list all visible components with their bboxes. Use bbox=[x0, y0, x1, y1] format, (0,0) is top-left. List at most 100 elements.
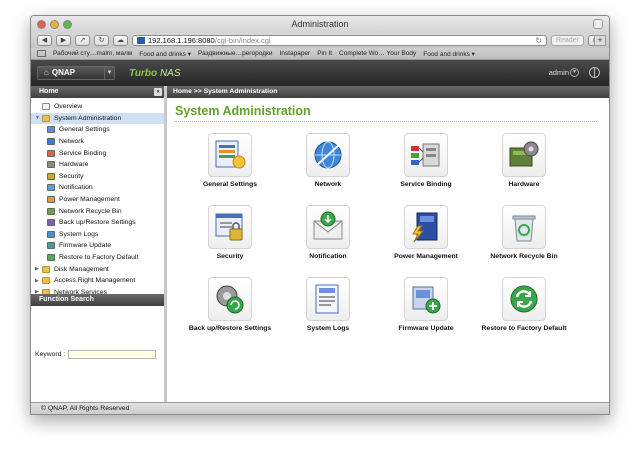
bookmark-item[interactable]: Pin It bbox=[317, 50, 332, 57]
refresh-icon[interactable]: ↻ bbox=[535, 36, 542, 45]
firmware-update-icon[interactable] bbox=[404, 277, 448, 321]
bookmark-item[interactable]: Food and drinks ▾ bbox=[139, 50, 191, 58]
document-icon bbox=[42, 103, 50, 111]
sidebar-item-notification[interactable]: Notification bbox=[31, 182, 164, 194]
tile-label[interactable]: Notification bbox=[309, 253, 346, 260]
forward-button[interactable]: ▶ bbox=[56, 35, 71, 46]
tile-label[interactable]: Back up/Restore Settings bbox=[189, 325, 271, 332]
tile-network-recycle-bin[interactable]: Network Recycle Bin bbox=[475, 205, 573, 277]
minimize-window-button[interactable] bbox=[50, 20, 59, 29]
tile-power-management[interactable]: Power Management bbox=[377, 205, 475, 277]
collapse-sidebar-icon[interactable]: « bbox=[154, 88, 162, 96]
share-button[interactable]: ↗ bbox=[75, 35, 90, 46]
service-binding-icon[interactable] bbox=[404, 133, 448, 177]
recycle-bin-icon[interactable] bbox=[502, 205, 546, 249]
sidebar-item-security[interactable]: Security bbox=[31, 171, 164, 183]
backup-restore-icon[interactable] bbox=[208, 277, 252, 321]
sidebar-item-back-up-restore-settings[interactable]: Back up/Restore Settings bbox=[31, 217, 164, 229]
sidebar-item-access-right-management[interactable]: ▶ Access Right Management bbox=[31, 275, 164, 287]
power-management-icon bbox=[47, 196, 55, 204]
tile-general-settings[interactable]: General Settings bbox=[181, 133, 279, 205]
bookmark-item[interactable]: Раздвижные…регородки bbox=[198, 50, 273, 57]
sidebar-item-service-binding[interactable]: Service Binding bbox=[31, 147, 164, 159]
bookmark-item[interactable]: Рабочий сту…malm, малм bbox=[53, 50, 132, 57]
power-management-icon[interactable] bbox=[404, 205, 448, 249]
network-icon[interactable] bbox=[306, 133, 350, 177]
hardware-icon[interactable] bbox=[502, 133, 546, 177]
general-settings-icon[interactable] bbox=[208, 133, 252, 177]
tile-security[interactable]: Security bbox=[181, 205, 279, 277]
sidebar-item-power-management[interactable]: Power Management bbox=[31, 194, 164, 206]
tile-hardware[interactable]: Hardware bbox=[475, 133, 573, 205]
folder-icon bbox=[42, 277, 50, 285]
sidebar: Home « Overview ▼ System Administration Gen… bbox=[31, 86, 167, 402]
security-icon[interactable] bbox=[208, 205, 252, 249]
keyword-input[interactable] bbox=[68, 349, 157, 359]
toolbar-toggle-button[interactable] bbox=[593, 19, 603, 29]
tile-label[interactable]: General Settings bbox=[203, 181, 257, 188]
bookmark-item[interactable]: Instapaper bbox=[280, 50, 311, 57]
function-search: Keyword : bbox=[31, 306, 164, 402]
tile-service-binding[interactable]: Service Binding bbox=[377, 133, 475, 205]
notification-icon[interactable] bbox=[306, 205, 350, 249]
collapsed-arrow-icon[interactable]: ▶ bbox=[35, 266, 41, 272]
tile-firmware-update[interactable]: Firmware Update bbox=[377, 277, 475, 349]
collapsed-arrow-icon[interactable]: ▶ bbox=[35, 278, 41, 284]
tile-label[interactable]: Service Binding bbox=[400, 181, 451, 188]
sidebar-item-hardware[interactable]: Hardware bbox=[31, 159, 164, 171]
back-button[interactable]: ◀ bbox=[37, 35, 52, 46]
reload-button[interactable]: ↻ bbox=[94, 35, 109, 46]
user-menu-icon[interactable]: ▼ bbox=[570, 68, 579, 77]
tile-label[interactable]: Security bbox=[217, 253, 244, 260]
sidebar-item-label: Restore to Factory Default bbox=[59, 254, 139, 262]
expanded-arrow-icon[interactable]: ▼ bbox=[35, 115, 41, 121]
reader-button[interactable]: Reader bbox=[551, 35, 584, 46]
home-icon: ⌂ bbox=[44, 68, 49, 77]
tile-label[interactable]: Network bbox=[315, 181, 342, 188]
tile-label[interactable]: System Logs bbox=[307, 325, 349, 332]
language-globe-icon[interactable] bbox=[589, 67, 600, 78]
qnap-header: ⌂ QNAP ▼ Turbo NAS admin ▼ bbox=[31, 60, 609, 86]
sidebar-item-system-logs[interactable]: System Logs bbox=[31, 229, 164, 241]
sidebar-item-restore-to-factory-default[interactable]: Restore to Factory Default bbox=[31, 252, 164, 264]
browser-toolbar: ◀ ▶ ↗ ↻ ☁ 192.168.1.196:8080 /cgi-bin/in… bbox=[31, 33, 609, 48]
close-window-button[interactable] bbox=[37, 20, 46, 29]
bookmark-item[interactable]: Food and drinks ▾ bbox=[423, 50, 475, 58]
tile-label[interactable]: Restore to Factory Default bbox=[482, 325, 567, 332]
bookmarks-icon[interactable] bbox=[37, 50, 46, 57]
tile-back-up-restore-settings[interactable]: Back up/Restore Settings bbox=[181, 277, 279, 349]
tile-label[interactable]: Power Management bbox=[394, 253, 458, 260]
tile-label[interactable]: Hardware bbox=[509, 181, 540, 188]
tile-label[interactable]: Firmware Update bbox=[398, 325, 453, 332]
sidebar-item-network[interactable]: Network bbox=[31, 136, 164, 148]
network-recycle-bin-icon bbox=[47, 207, 55, 215]
sidebar-item-system-administration[interactable]: ▼ System Administration bbox=[31, 112, 164, 125]
sidebar-item-firmware-update[interactable]: Firmware Update bbox=[31, 240, 164, 252]
favicon-icon bbox=[137, 37, 145, 44]
tile-restore-to-factory-default[interactable]: Restore to Factory Default bbox=[475, 277, 573, 349]
tile-system-logs[interactable]: System Logs bbox=[279, 277, 377, 349]
zoom-window-button[interactable] bbox=[63, 20, 72, 29]
window-title: Administration bbox=[291, 19, 349, 29]
bookmark-item[interactable]: Complete Wo… Your Body bbox=[339, 50, 416, 57]
main-content: System Administration General Settings Ne… bbox=[167, 98, 609, 402]
new-tab-button[interactable]: + bbox=[594, 35, 606, 46]
sidebar-item-network-services[interactable]: ▶ Network Services bbox=[31, 287, 164, 294]
system-logs-icon[interactable] bbox=[306, 277, 350, 321]
address-bar[interactable]: 192.168.1.196:8080 /cgi-bin/index.cgi ↻ bbox=[132, 35, 548, 46]
sidebar-header: Home « bbox=[31, 86, 164, 98]
sidebar-item-network-recycle-bin[interactable]: Network Recycle Bin bbox=[31, 205, 164, 217]
factory-default-icon[interactable] bbox=[502, 277, 546, 321]
sidebar-item-overview[interactable]: Overview bbox=[31, 101, 164, 113]
qnap-menu-button[interactable]: ⌂ QNAP ▼ bbox=[37, 66, 115, 80]
sidebar-item-label: Security bbox=[59, 172, 84, 180]
sidebar-item-label: Network Recycle Bin bbox=[59, 207, 122, 215]
tile-network[interactable]: Network bbox=[279, 133, 377, 205]
tile-notification[interactable]: Notification bbox=[279, 205, 377, 277]
bookmarks-bar: Рабочий сту…malm, малм Food and drinks ▾… bbox=[31, 48, 609, 60]
icloud-button[interactable]: ☁ bbox=[113, 35, 128, 46]
tile-label[interactable]: Network Recycle Bin bbox=[490, 253, 557, 260]
function-search-header: Function Search bbox=[31, 294, 164, 306]
sidebar-item-disk-management[interactable]: ▶ Disk Management bbox=[31, 263, 164, 275]
sidebar-item-general-settings[interactable]: General Settings bbox=[31, 124, 164, 136]
